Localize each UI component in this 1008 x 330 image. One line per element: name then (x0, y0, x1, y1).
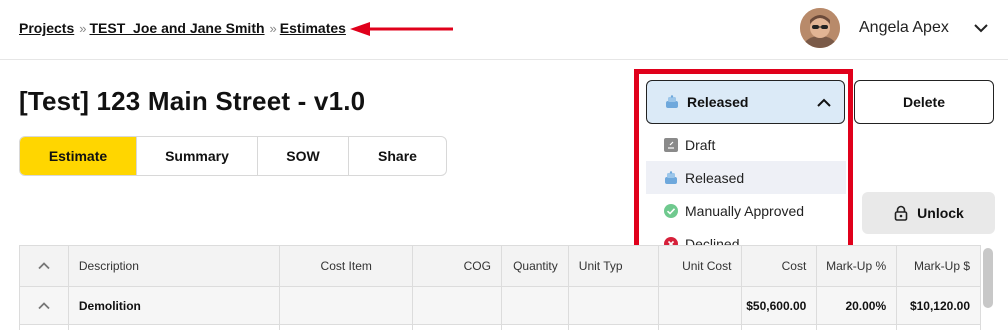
status-option-label: Released (685, 169, 745, 186)
check-circle-icon (664, 203, 678, 218)
column-header-unit-cost[interactable]: Unit Cost (659, 246, 743, 286)
column-header-markup-amt[interactable]: Mark-Up $ (897, 246, 980, 286)
breadcrumb-separator: » (269, 20, 277, 36)
chevron-up-icon (817, 98, 831, 107)
table-cell (280, 325, 414, 330)
table-row: Demolition $50,600.00 20.00% $10,120.00 (20, 287, 980, 325)
delete-button[interactable]: Delete (854, 80, 994, 124)
estimate-table: Description Cost Item COG Quantity Unit … (19, 245, 981, 330)
user-menu[interactable]: Angela Apex (800, 8, 989, 48)
table-cell (742, 325, 818, 330)
breadcrumb: Projects » TEST_Joe and Jane Smith » Est… (19, 20, 346, 36)
table-cell (569, 325, 659, 330)
released-icon (665, 170, 677, 184)
table-cell (413, 325, 502, 330)
column-header-quantity[interactable]: Quantity (502, 246, 569, 286)
user-name: Angela Apex (859, 19, 949, 36)
released-icon (666, 95, 678, 108)
breadcrumb-projects[interactable]: Projects (19, 20, 74, 36)
column-header-cost[interactable]: Cost (742, 246, 818, 286)
table-cell (817, 325, 898, 330)
group-markup-pct: 20.00% (817, 287, 898, 324)
page-title: [Test] 123 Main Street - v1.0 (19, 86, 366, 116)
collapse-all-toggle[interactable] (20, 246, 69, 286)
chevron-down-icon[interactable] (973, 20, 989, 36)
chevron-up-icon (38, 301, 50, 309)
table-cell (413, 287, 502, 324)
avatar (800, 8, 840, 48)
table-cell (502, 325, 569, 330)
table-cell (659, 287, 743, 324)
tab-sow[interactable]: SOW (258, 137, 349, 175)
column-header-cog[interactable]: COG (413, 246, 502, 286)
annotation-arrow-icon (350, 22, 453, 36)
status-option-label: Manually Approved (685, 202, 805, 219)
table-row (20, 325, 980, 330)
status-menu: Draft Released Manually Approved Decline… (646, 128, 846, 260)
status-option-manually-approved[interactable]: Manually Approved (646, 194, 846, 227)
breadcrumb-project[interactable]: TEST_Joe and Jane Smith (89, 20, 264, 36)
table-cell (20, 325, 69, 330)
column-header-description[interactable]: Description (69, 246, 281, 286)
group-description: Demolition (69, 287, 281, 324)
chevron-up-icon (38, 262, 50, 270)
breadcrumb-separator: » (79, 20, 86, 36)
breadcrumb-estimates[interactable]: Estimates (280, 20, 346, 36)
status-option-released[interactable]: Released (646, 161, 846, 194)
status-selected-label: Released (687, 94, 749, 110)
column-header-unit-type[interactable]: Unit Typ (569, 246, 659, 286)
top-bar: Projects » TEST_Joe and Jane Smith » Est… (0, 0, 1008, 60)
status-option-label: Draft (685, 136, 716, 153)
table-cell (569, 287, 659, 324)
table-cell (502, 287, 569, 324)
group-cost: $50,600.00 (742, 287, 818, 324)
draft-icon (664, 137, 678, 152)
table-cell (897, 325, 980, 330)
tab-bar: Estimate Summary SOW Share (19, 136, 447, 176)
column-header-markup-pct[interactable]: Mark-Up % (817, 246, 898, 286)
status-option-draft[interactable]: Draft (646, 128, 846, 161)
table-cell (659, 325, 743, 330)
tab-summary[interactable]: Summary (137, 137, 258, 175)
group-markup-amt: $10,120.00 (909, 298, 970, 313)
status-dropdown[interactable]: Released (646, 80, 845, 124)
tab-estimate[interactable]: Estimate (20, 137, 137, 175)
group-collapse-toggle[interactable] (20, 287, 69, 324)
table-header-row: Description Cost Item COG Quantity Unit … (20, 246, 980, 287)
table-scrollbar[interactable] (983, 248, 993, 308)
column-header-cost-item[interactable]: Cost Item (280, 246, 414, 286)
unlock-button[interactable]: Unlock (862, 192, 995, 234)
tab-share[interactable]: Share (349, 137, 446, 175)
lock-icon (894, 205, 908, 221)
table-cell (69, 325, 281, 330)
table-cell (280, 287, 414, 324)
unlock-label: Unlock (917, 205, 964, 221)
